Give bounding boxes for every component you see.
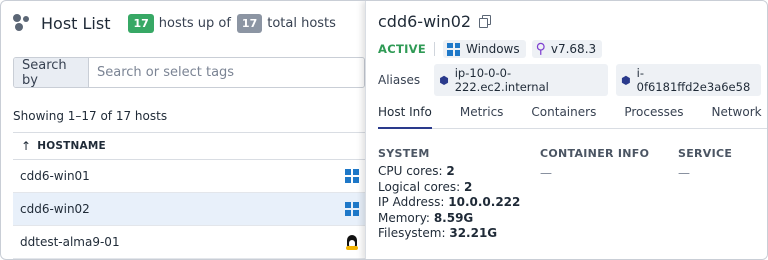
service-empty: — [678,166,690,180]
ip-address-row: IP Address: 10.0.0.222 [378,195,521,209]
column-header-label: HOSTNAME [37,140,106,152]
hostname-cell: cdd6-win02 [20,202,90,216]
hexagon-icon: ⬢ [439,73,449,87]
hostname-column-header[interactable]: ↑ HOSTNAME [13,133,365,160]
filesystem-value: 32.21G [449,226,498,240]
hosts-table: ↑ HOSTNAME cdd6-win01 cdd6-win02 ddtest-… [13,132,365,259]
host-title: cdd6-win02 [378,12,492,31]
memory-value: 8.59G [433,210,474,225]
windows-icon [345,202,359,216]
total-hosts-text: total hosts [267,15,336,31]
hostname-cell: ddtest-alma9-01 [20,235,120,249]
system-section-title: SYSTEM [378,147,430,160]
cpu-cores-value: 2 [446,164,455,178]
os-pill[interactable]: Windows [443,40,526,58]
divider [434,42,436,56]
host-detail-panel: cdd6-win02 ACTIVE Windows ⚲ v7.68.3 Alia… [365,1,767,259]
total-hosts-badge: 17 [236,13,263,33]
detail-tabs: Host Info Metrics Containers Processes N… [378,105,767,129]
table-row[interactable]: ddtest-alma9-01 [13,226,365,259]
tab-host-info[interactable]: Host Info [378,105,432,129]
host-list-pane: Host List 17 hosts up of 17 total hosts … [1,1,365,259]
memory-row: Memory: 8.59G [378,210,474,225]
search-by-label[interactable]: Search by [14,58,89,87]
detail-hostname: cdd6-win02 [378,12,472,31]
showing-count: Showing 1–17 of 17 hosts [13,109,168,123]
tab-network[interactable]: Network [711,105,761,129]
search-input[interactable] [89,58,364,87]
os-name: Windows [466,42,520,56]
linux-icon [345,234,359,250]
alias-text: i-0f6181ffd2e3a6e58 [636,66,751,94]
tab-metrics[interactable]: Metrics [460,105,504,129]
tab-containers[interactable]: Containers [531,105,596,129]
container-info-section-title: CONTAINER INFO [540,147,650,160]
alias-text: ip-10-0-0-222.ec2.internal [454,66,549,94]
sort-ascending-icon: ↑ [21,139,32,153]
alias-pill[interactable]: ⬢ ip-10-0-0-222.ec2.internal [434,64,609,96]
table-row-selected[interactable]: cdd6-win02 [13,193,365,226]
copy-icon[interactable] [479,15,492,28]
filesystem-row: Filesystem: 32.21G [378,226,498,240]
table-row[interactable]: cdd6-win01 [13,160,365,193]
logical-cores-value: 2 [463,179,473,194]
system-info-list: CPU cores: 2 Logical cores: 2 IP Address… [378,164,520,242]
agent-version: v7.68.3 [550,42,597,56]
host-list-header: Host List 17 hosts up of 17 total hosts [13,9,342,37]
ip-address-value: 10.0.0.222 [448,195,521,209]
aliases-row: Aliases ⬢ ip-10-0-0-222.ec2.internal ⬢ i… [378,64,767,96]
agent-icon: ⚲ [535,41,546,57]
host-list-icon [13,14,33,32]
hexagon-icon: ⬢ [621,73,631,87]
service-section-title: SERVICE [678,147,733,160]
aliases-label: Aliases [378,73,421,87]
app-window: Host List 17 hosts up of 17 total hosts … [0,0,768,260]
logical-cores-row: Logical cores: 2 [378,179,473,194]
windows-icon [345,169,359,183]
tab-processes[interactable]: Processes [624,105,683,129]
status-badge: ACTIVE [378,42,427,56]
hosts-up-badge: 17 [128,13,154,33]
windows-icon [447,42,461,56]
alias-pill[interactable]: ⬢ i-0f6181ffd2e3a6e58 [616,64,761,96]
hosts-up-text: hosts up of [158,15,231,31]
container-info-empty: — [540,166,552,180]
hostname-cell: cdd6-win01 [20,169,90,183]
page-title: Host List [41,13,111,33]
agent-version-pill[interactable]: ⚲ v7.68.3 [531,40,603,58]
cpu-cores-row: CPU cores: 2 [378,164,455,178]
tag-search: Search by [13,57,365,88]
host-status-row: ACTIVE Windows ⚲ v7.68.3 [378,40,603,58]
